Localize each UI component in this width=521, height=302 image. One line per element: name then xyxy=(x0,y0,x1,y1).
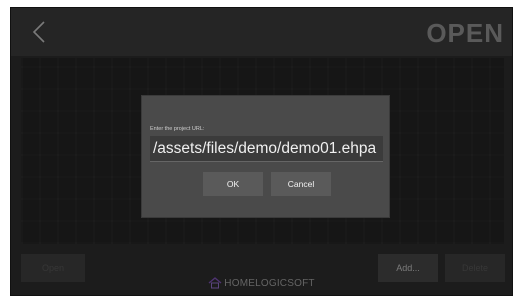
url-input[interactable]: /assets/files/demo/demo01.ehpa xyxy=(150,136,383,162)
app-window: OPEN Open Add... Delete HOMELOGICSOFT En… xyxy=(10,7,513,296)
cancel-button[interactable]: Cancel xyxy=(271,172,331,196)
url-field-label: Enter the project URL: xyxy=(150,126,205,132)
ok-button[interactable]: OK xyxy=(203,172,263,196)
url-dialog: Enter the project URL: /assets/files/dem… xyxy=(141,95,390,218)
